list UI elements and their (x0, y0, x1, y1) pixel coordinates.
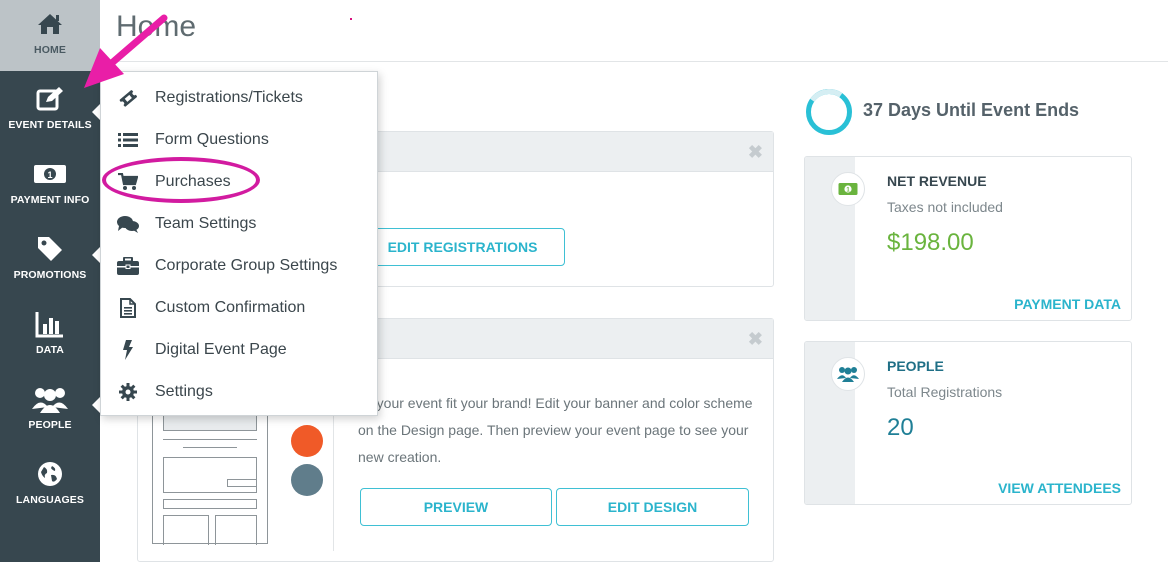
menu-item-digital-event-page[interactable]: Digital Event Page (101, 329, 377, 371)
sidebar-item-promotions[interactable]: PROMOTIONS (0, 225, 100, 299)
people-card: PEOPLE Total Registrations 20 VIEW ATTEN… (804, 341, 1132, 505)
menu-item-label: Settings (155, 383, 213, 400)
highlight-ellipse-annotation (102, 157, 260, 203)
annotation-dot (350, 18, 352, 20)
sidebar-item-payment-info[interactable]: 1 PAYMENT INFO (0, 150, 100, 224)
pointer-arrow-annotation (84, 14, 168, 88)
sidebar-notch (92, 104, 100, 120)
sidebar-item-people[interactable]: PEOPLE (0, 375, 100, 449)
money-icon: 1 (33, 160, 67, 188)
menu-item-custom-confirmation[interactable]: Custom Confirmation (101, 287, 377, 329)
menu-item-label: Team Settings (155, 215, 257, 232)
sidebar-item-label: DATA (35, 344, 64, 356)
close-icon[interactable]: ✖ (748, 329, 763, 350)
money-icon: 1 (831, 172, 865, 206)
edit-icon (35, 85, 65, 113)
people-icon (831, 357, 865, 391)
menu-item-label: Custom Confirmation (155, 299, 306, 316)
svg-text:1: 1 (47, 170, 52, 180)
payment-data-link[interactable]: PAYMENT DATA (1014, 296, 1121, 312)
sidebar-item-label: LANGUAGES (16, 494, 84, 506)
tag-icon (36, 235, 64, 263)
countdown-text: 37 Days Until Event Ends (863, 100, 1080, 120)
gear-icon (101, 383, 155, 401)
menu-item-label: Digital Event Page (155, 341, 287, 358)
stat-subtitle: Taxes not included (887, 199, 1003, 215)
bar-chart-icon (35, 310, 65, 338)
event-details-menu: Registrations/Tickets Form Questions Pur… (100, 71, 378, 416)
home-icon (36, 10, 64, 38)
revenue-value: $198.00 (887, 229, 974, 256)
sidebar-item-label: PAYMENT INFO (10, 194, 90, 206)
view-attendees-link[interactable]: VIEW ATTENDEES (998, 480, 1121, 496)
sidebar-item-label: PROMOTIONS (13, 269, 87, 281)
menu-item-corporate-group-settings[interactable]: Corporate Group Settings (101, 245, 377, 287)
bolt-icon (101, 340, 155, 360)
stat-title: NET REVENUE (887, 173, 987, 189)
globe-icon (36, 460, 64, 488)
comments-icon (101, 215, 155, 233)
briefcase-icon (101, 257, 155, 275)
preview-button[interactable]: PREVIEW (360, 488, 552, 526)
sidebar-item-label: HOME (34, 44, 66, 56)
edit-design-button[interactable]: EDIT DESIGN (556, 488, 749, 526)
menu-item-label: Registrations/Tickets (155, 89, 303, 106)
design-description: ke your event fit your brand! Edit your … (358, 395, 753, 465)
menu-item-label: Form Questions (155, 131, 269, 148)
stat-title: PEOPLE (887, 358, 944, 374)
menu-item-settings[interactable]: Settings (101, 371, 377, 413)
close-icon[interactable]: ✖ (748, 142, 763, 163)
edit-registrations-button[interactable]: EDIT REGISTRATIONS (360, 228, 565, 266)
color-swatch-slate (291, 464, 323, 496)
sidebar-item-label: EVENT DETAILS (8, 119, 92, 131)
menu-item-team-settings[interactable]: Team Settings (101, 203, 377, 245)
net-revenue-card: 1 NET REVENUE Taxes not included $198.00… (804, 156, 1132, 321)
document-icon (101, 298, 155, 318)
list-icon (101, 132, 155, 148)
design-wireframe-illustration (152, 398, 268, 545)
sidebar-item-languages[interactable]: LANGUAGES (0, 450, 100, 524)
people-icon (32, 385, 68, 413)
app-root: HOME EVENT DETAILS 1 PAYMENT INFO PROMOT… (0, 0, 1168, 562)
people-value: 20 (887, 414, 914, 441)
menu-item-form-questions[interactable]: Form Questions (101, 119, 377, 161)
countdown-ring-remaining (802, 85, 856, 139)
menu-item-label: Corporate Group Settings (155, 257, 338, 274)
sidebar-notch (92, 397, 100, 413)
color-swatch-orange (291, 425, 323, 457)
sidebar-item-label: PEOPLE (28, 419, 72, 431)
sidebar-notch (92, 247, 100, 263)
title-divider (100, 61, 1168, 62)
sidebar-item-data[interactable]: DATA (0, 300, 100, 374)
stat-subtitle: Total Registrations (887, 384, 1003, 400)
